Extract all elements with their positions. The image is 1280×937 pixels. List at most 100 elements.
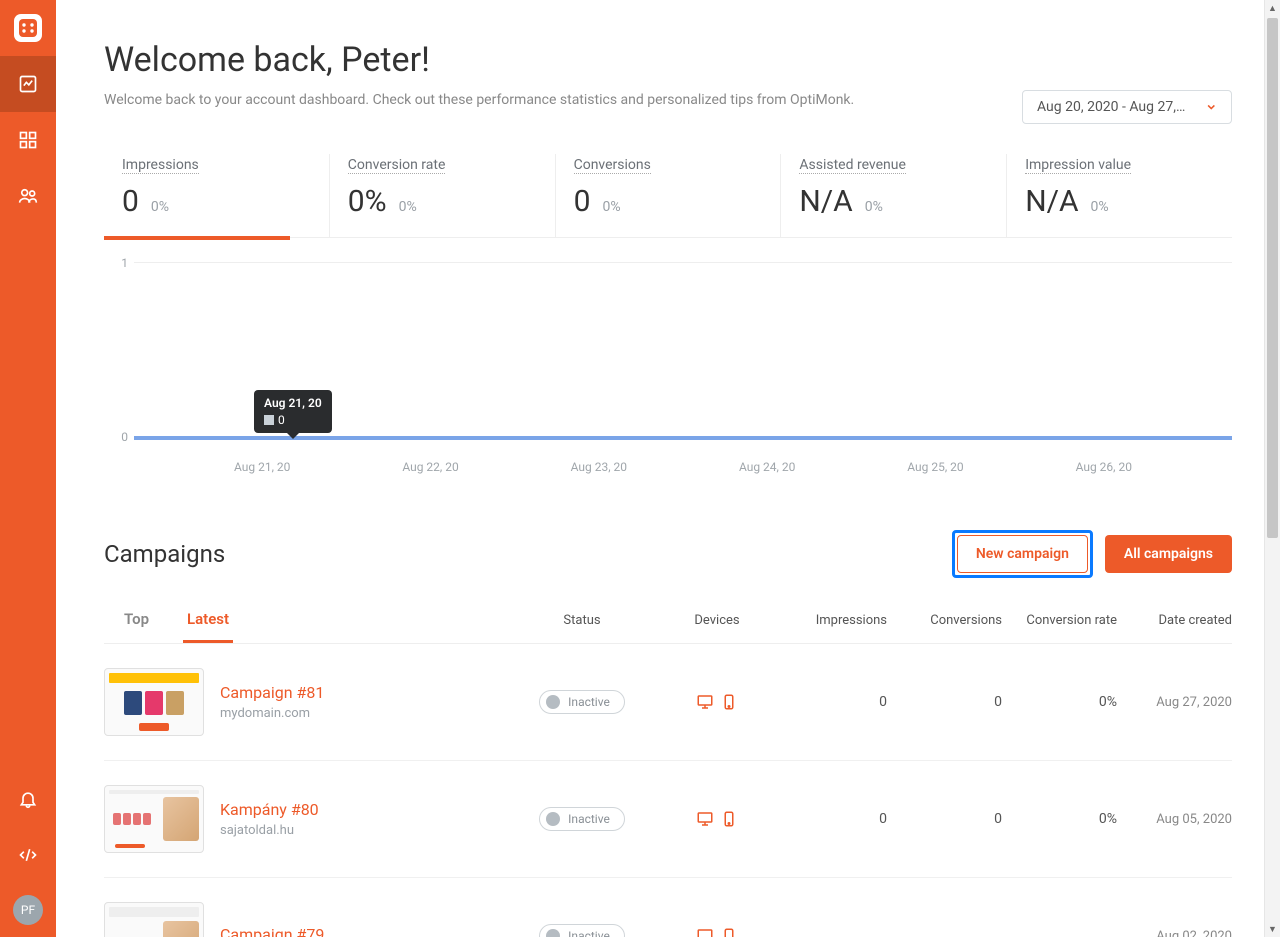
campaign-row[interactable]: Campaign #81 mydomain.com Inactive 0 0 0…: [104, 644, 1232, 761]
mobile-icon: [720, 693, 738, 711]
grid-line: [134, 262, 1232, 263]
x-label: Aug 22, 20: [402, 460, 458, 474]
y-tick: 1: [121, 256, 128, 270]
device-icons: [662, 693, 772, 711]
desktop-icon: [696, 693, 714, 711]
stat-pct: 0%: [151, 199, 169, 215]
stat-label: Impressions: [122, 157, 199, 174]
sidebar-item-code[interactable]: [0, 827, 56, 883]
x-label: Aug 26, 20: [1076, 460, 1132, 474]
scroll-down-arrow[interactable]: ▼: [1265, 921, 1280, 937]
campaign-thumbnail: [104, 902, 204, 937]
new-campaign-button[interactable]: New campaign: [957, 535, 1088, 573]
header-row: Welcome back, Peter! Welcome back to you…: [104, 40, 1232, 124]
status-label: Inactive: [568, 695, 610, 709]
cell-date: Aug 02, 2020: [1117, 929, 1232, 937]
cell-rate: 0%: [1002, 811, 1117, 827]
page-title: Welcome back, Peter!: [104, 40, 854, 80]
campaigns-heading: Campaigns: [104, 540, 225, 568]
scroll-up-arrow[interactable]: ▲: [1265, 0, 1280, 16]
main-content: Welcome back, Peter! Welcome back to you…: [56, 0, 1280, 937]
stat-pct: 0%: [1091, 199, 1109, 215]
cell-date: Aug 05, 2020: [1117, 812, 1232, 827]
campaigns-tabs-row: Top Latest Status Devices Impressions Co…: [104, 598, 1232, 644]
campaign-name-link[interactable]: Kampány #80: [220, 800, 319, 819]
stat-conversion-rate[interactable]: Conversion rate 0% 0%: [330, 154, 556, 237]
cell-conversions: 0: [887, 694, 1002, 710]
status-dot-icon: [546, 929, 560, 937]
new-campaign-highlight: New campaign: [952, 530, 1093, 578]
stat-impression-value[interactable]: Impression value N/A 0%: [1007, 154, 1232, 237]
stat-assisted-revenue[interactable]: Assisted revenue N/A 0%: [781, 154, 1007, 237]
campaign-name-link[interactable]: Campaign #79: [220, 925, 324, 937]
analytics-icon: [18, 74, 38, 94]
sidebar-item-dashboard[interactable]: [0, 56, 56, 112]
mobile-icon: [720, 810, 738, 828]
col-date-created: Date created: [1117, 613, 1232, 628]
col-devices: Devices: [662, 613, 772, 628]
tab-top[interactable]: Top: [120, 598, 153, 643]
col-impressions: Impressions: [772, 613, 887, 628]
chevron-down-icon: [1205, 100, 1218, 114]
x-label: Aug 21, 20: [234, 460, 290, 474]
x-label: Aug 23, 20: [571, 460, 627, 474]
campaigns-header: Campaigns New campaign All campaigns: [104, 530, 1232, 578]
status-toggle[interactable]: Inactive: [539, 807, 625, 831]
stat-pct: 0%: [602, 199, 620, 215]
stats-row: Impressions 0 0% Conversion rate 0% 0% C…: [104, 154, 1232, 238]
status-toggle[interactable]: Inactive: [539, 690, 625, 714]
device-icons: [662, 810, 772, 828]
tooltip-swatch: [264, 415, 274, 425]
sidebar-item-audience[interactable]: [0, 168, 56, 224]
stat-label: Conversion rate: [348, 157, 446, 174]
chart-tooltip: Aug 21, 20 0: [254, 390, 332, 433]
avatar[interactable]: PF: [13, 895, 43, 925]
status-label: Inactive: [568, 929, 610, 937]
status-toggle[interactable]: Inactive: [539, 924, 625, 937]
scrollbar-thumb[interactable]: [1267, 18, 1278, 538]
scrollbar[interactable]: ▲ ▼: [1264, 0, 1280, 937]
code-icon: [18, 845, 38, 865]
col-status: Status: [502, 613, 662, 628]
desktop-icon: [696, 810, 714, 828]
campaign-row[interactable]: Campaign #79 Inactive Aug 02, 2020: [104, 878, 1232, 937]
x-axis: Aug 21, 20 Aug 22, 20 Aug 23, 20 Aug 24,…: [134, 460, 1232, 474]
device-icons: [662, 927, 772, 937]
chart-area[interactable]: 1 0 Aug 21, 20 0 Aug 21, 20 Aug 22, 20 A…: [104, 260, 1232, 490]
date-range-picker[interactable]: Aug 20, 2020 - Aug 27, 20…: [1022, 90, 1232, 124]
stat-impressions[interactable]: Impressions 0 0%: [104, 154, 330, 237]
stat-value: 0: [122, 184, 139, 219]
campaign-row[interactable]: Kampány #80 sajatoldal.hu Inactive 0 0 0…: [104, 761, 1232, 878]
mobile-icon: [720, 927, 738, 937]
stat-label: Conversions: [574, 157, 651, 174]
stat-value: 0%: [348, 184, 387, 219]
sidebar-item-notifications[interactable]: [0, 771, 56, 827]
status-label: Inactive: [568, 812, 610, 826]
col-conversion-rate: Conversion rate: [1002, 613, 1117, 628]
y-tick: 0: [121, 430, 128, 444]
logo[interactable]: [0, 0, 56, 56]
all-campaigns-button[interactable]: All campaigns: [1105, 535, 1232, 573]
desktop-icon: [696, 927, 714, 937]
stat-value: N/A: [1025, 184, 1078, 219]
grid-icon: [18, 130, 38, 150]
tab-latest[interactable]: Latest: [183, 598, 233, 643]
date-range-text: Aug 20, 2020 - Aug 27, 20…: [1037, 99, 1187, 115]
campaign-domain: sajatoldal.hu: [220, 823, 502, 838]
stat-label: Assisted revenue: [799, 157, 906, 174]
cell-conversions: 0: [887, 811, 1002, 827]
stat-conversions[interactable]: Conversions 0 0%: [556, 154, 782, 237]
tooltip-title: Aug 21, 20: [264, 396, 322, 410]
page-subtitle: Welcome back to your account dashboard. …: [104, 92, 854, 108]
sidebar-item-templates[interactable]: [0, 112, 56, 168]
logo-icon: [13, 13, 43, 43]
cell-impressions: 0: [772, 694, 887, 710]
x-label: Aug 25, 20: [907, 460, 963, 474]
cell-impressions: 0: [772, 811, 887, 827]
campaign-name-link[interactable]: Campaign #81: [220, 683, 324, 702]
users-icon: [18, 186, 38, 206]
stat-label: Impression value: [1025, 157, 1131, 174]
cell-rate: 0%: [1002, 694, 1117, 710]
sidebar: PF: [0, 0, 56, 937]
status-dot-icon: [546, 812, 560, 826]
